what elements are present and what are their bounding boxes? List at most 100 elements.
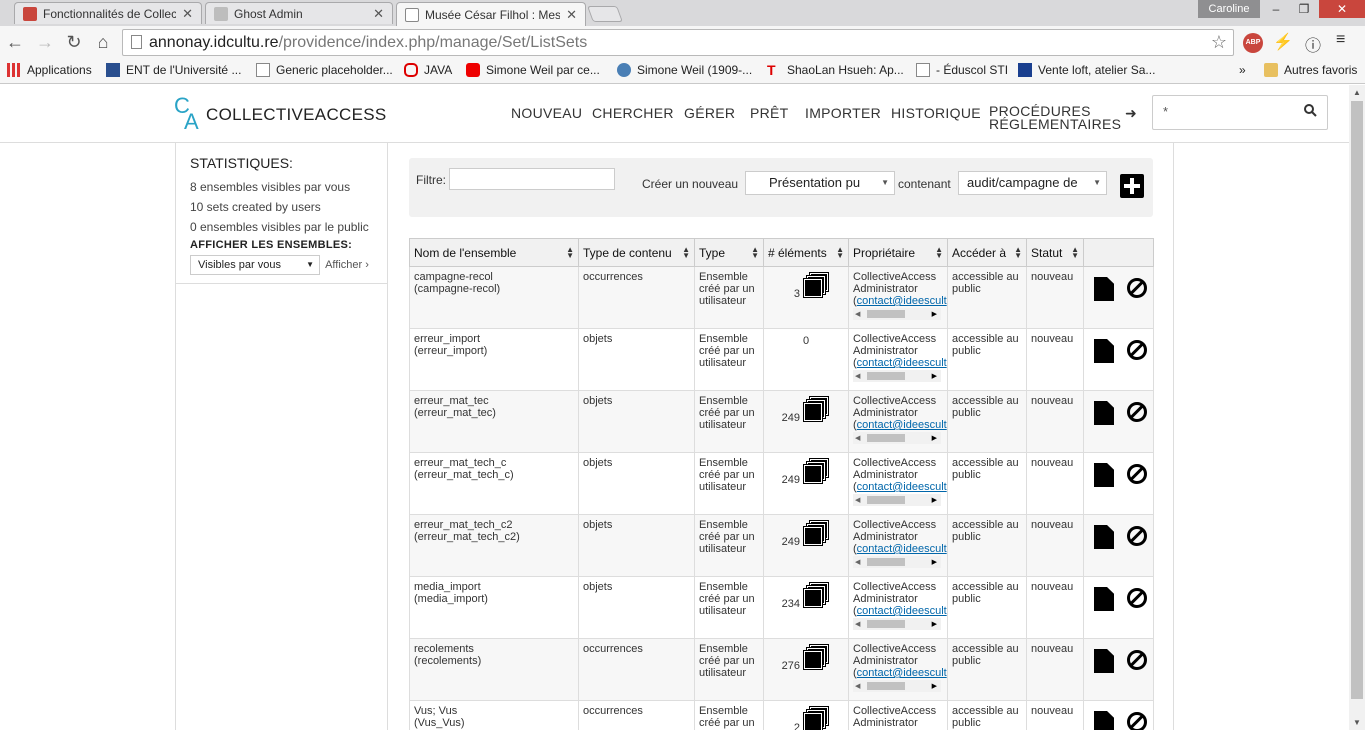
menu-historique[interactable]: HISTORIQUE [891, 105, 981, 121]
scroll-right-icon[interactable]: ▶ [932, 495, 937, 507]
scroll-left-icon[interactable]: ◀ [855, 371, 860, 383]
scroll-right-icon[interactable]: ▶ [932, 619, 937, 631]
table-row[interactable]: media_import (media_import) objets Ensemble… [409, 576, 1154, 639]
table-row[interactable]: Vus; Vus (Vus_Vus) occurrences Ensemble cré… [409, 700, 1154, 730]
scroll-left-icon[interactable]: ◀ [855, 495, 860, 507]
bookmark-applications[interactable]: Applications [7, 63, 92, 77]
scroll-left-icon[interactable]: ◀ [855, 681, 860, 693]
table-row[interactable]: erreur_mat_tec (erreur_mat_tec) objets Ense… [409, 390, 1154, 453]
restore-icon[interactable]: ❐ [1290, 0, 1318, 18]
delete-ban-icon[interactable] [1127, 464, 1147, 484]
owner-hscroll[interactable]: ◀ ▶ [853, 370, 941, 382]
scroll-left-icon[interactable]: ◀ [855, 557, 860, 569]
set-type-select[interactable]: Présentation pu ▼ [745, 171, 895, 195]
logo[interactable]: C A COLLECTIVEACCESS [174, 93, 387, 134]
owner-hscroll[interactable]: ◀ ▶ [853, 494, 941, 506]
stack-icon[interactable] [802, 644, 829, 671]
profile-badge[interactable]: Caroline [1198, 0, 1260, 18]
owner-hscroll[interactable]: ◀ ▶ [853, 618, 941, 630]
cell-name[interactable]: Vus; Vus (Vus_Vus) [409, 700, 579, 730]
owner-email-link[interactable]: contact@ideescult [857, 481, 947, 493]
hscroll-thumb[interactable] [867, 434, 905, 442]
scroll-left-icon[interactable]: ◀ [855, 433, 860, 445]
cell-name[interactable]: erreur_import (erreur_import) [409, 328, 579, 391]
col-header-status[interactable]: Statut ▲ ▼ [1026, 238, 1084, 267]
col-header-name[interactable]: Nom de l'ensemble ▲ ▼ [409, 238, 579, 267]
scroll-right-icon[interactable]: ▶ [932, 681, 937, 693]
edit-document-icon[interactable] [1094, 525, 1114, 549]
hscroll-thumb[interactable] [867, 372, 905, 380]
scroll-left-icon[interactable]: ◀ [855, 309, 860, 321]
cell-name[interactable]: recolements (recolements) [409, 638, 579, 701]
delete-ban-icon[interactable] [1127, 526, 1147, 546]
owner-hscroll[interactable]: ◀ ▶ [853, 308, 941, 320]
col-header-content-type[interactable]: Type de contenu ▲ ▼ [578, 238, 695, 267]
scroll-up-icon[interactable]: ▲ [1349, 88, 1365, 97]
add-set-button[interactable] [1120, 174, 1144, 198]
owner-hscroll[interactable]: ◀ ▶ [853, 432, 941, 444]
cell-name[interactable]: erreur_mat_tech_c (erreur_mat_tech_c) [409, 452, 579, 515]
table-row[interactable]: campagne-recol (campagne-recol) occurrence… [409, 266, 1154, 329]
owner-hscroll[interactable]: ◀ ▶ [853, 556, 941, 568]
edit-document-icon[interactable] [1094, 339, 1114, 363]
delete-ban-icon[interactable] [1127, 712, 1147, 730]
arrow-right-icon[interactable]: ➜ [1125, 105, 1137, 122]
owner-email-link[interactable]: contact@ideescult [857, 357, 947, 369]
cell-name[interactable]: media_import (media_import) [409, 576, 579, 639]
col-header-owner[interactable]: Propriétaire ▲ ▼ [848, 238, 948, 267]
edit-document-icon[interactable] [1094, 711, 1114, 730]
bookmark-star-icon[interactable]: ☆ [1211, 30, 1227, 55]
table-row[interactable]: erreur_import (erreur_import) objets Ensemb… [409, 328, 1154, 391]
table-row[interactable]: erreur_mat_tech_c (erreur_mat_tech_c) obje… [409, 452, 1154, 515]
owner-email-link[interactable]: contact@ideescult [857, 419, 947, 431]
search-input[interactable]: * [1152, 95, 1328, 130]
info-icon[interactable]: ⓘ [1305, 32, 1321, 56]
delete-ban-icon[interactable] [1127, 402, 1147, 422]
scroll-right-icon[interactable]: ▶ [932, 557, 937, 569]
stack-icon[interactable] [802, 520, 829, 547]
hscroll-thumb[interactable] [867, 682, 905, 690]
scroll-down-icon[interactable]: ▼ [1349, 718, 1365, 727]
menu-nouveau[interactable]: NOUVEAU [511, 105, 582, 121]
owner-email-link[interactable]: contact@ideescult [857, 295, 947, 307]
owner-email-link[interactable]: contact@ideescult [857, 667, 947, 679]
owner-email-link[interactable]: contact@ideescult [857, 543, 947, 555]
forward-icon[interactable]: → [34, 32, 56, 53]
scrollbar-thumb[interactable] [1351, 101, 1363, 699]
scroll-right-icon[interactable]: ▶ [932, 433, 937, 445]
owner-email-link[interactable]: contact@ideescult [857, 605, 947, 617]
window-close-icon[interactable]: ✕ [1319, 0, 1365, 18]
scroll-left-icon[interactable]: ◀ [855, 619, 860, 631]
cell-name[interactable]: erreur_mat_tech_c2 (erreur_mat_tech_c2) [409, 514, 579, 577]
close-icon[interactable]: ✕ [182, 6, 193, 22]
bookmarks-more[interactable]: » [1239, 63, 1246, 77]
bookmark-shaolan[interactable]: T ShaoLan Hsueh: Ap... [767, 63, 904, 77]
home-icon[interactable]: ⌂ [92, 32, 114, 53]
show-link[interactable]: Afficher › [325, 259, 369, 271]
bookmark-simone-weil[interactable]: Simone Weil (1909-... [617, 63, 752, 77]
menu-procedures[interactable]: PROCÉDURES RÉGLEMENTAIRES [989, 104, 1121, 131]
address-bar[interactable]: annonay.idcultu.re/providence/index.php/… [122, 29, 1234, 56]
tab-ghost-admin[interactable]: Ghost Admin ✕ [205, 2, 393, 24]
edit-document-icon[interactable] [1094, 401, 1114, 425]
scroll-right-icon[interactable]: ▶ [932, 371, 937, 383]
bookmark-generic[interactable]: Generic placeholder... [256, 63, 393, 77]
delete-ban-icon[interactable] [1127, 278, 1147, 298]
menu-gerer[interactable]: GÉRER [684, 105, 735, 121]
extension-icon[interactable]: ⚡ [1273, 32, 1293, 52]
menu-pret[interactable]: PRÊT [750, 105, 789, 121]
adblock-icon[interactable]: ABP [1243, 33, 1263, 53]
new-tab-button[interactable] [587, 6, 623, 22]
tab-fonctionnalites[interactable]: Fonctionnalités de Collect ✕ [14, 2, 202, 24]
cell-name[interactable]: erreur_mat_tec (erreur_mat_tec) [409, 390, 579, 453]
stack-icon[interactable] [802, 582, 829, 609]
content-type-select[interactable]: audit/campagne de ▼ [958, 171, 1107, 195]
menu-icon[interactable]: ≡ [1336, 31, 1345, 49]
page-scrollbar[interactable]: ▲ ▼ [1349, 85, 1365, 730]
hscroll-thumb[interactable] [867, 620, 905, 628]
edit-document-icon[interactable] [1094, 277, 1114, 301]
col-header-type[interactable]: Type ▲ ▼ [694, 238, 764, 267]
edit-document-icon[interactable] [1094, 649, 1114, 673]
visibility-select[interactable]: Visibles par vous ▼ [190, 255, 320, 275]
bookmark-vente-loft[interactable]: Vente loft, atelier Sa... [1018, 63, 1155, 77]
